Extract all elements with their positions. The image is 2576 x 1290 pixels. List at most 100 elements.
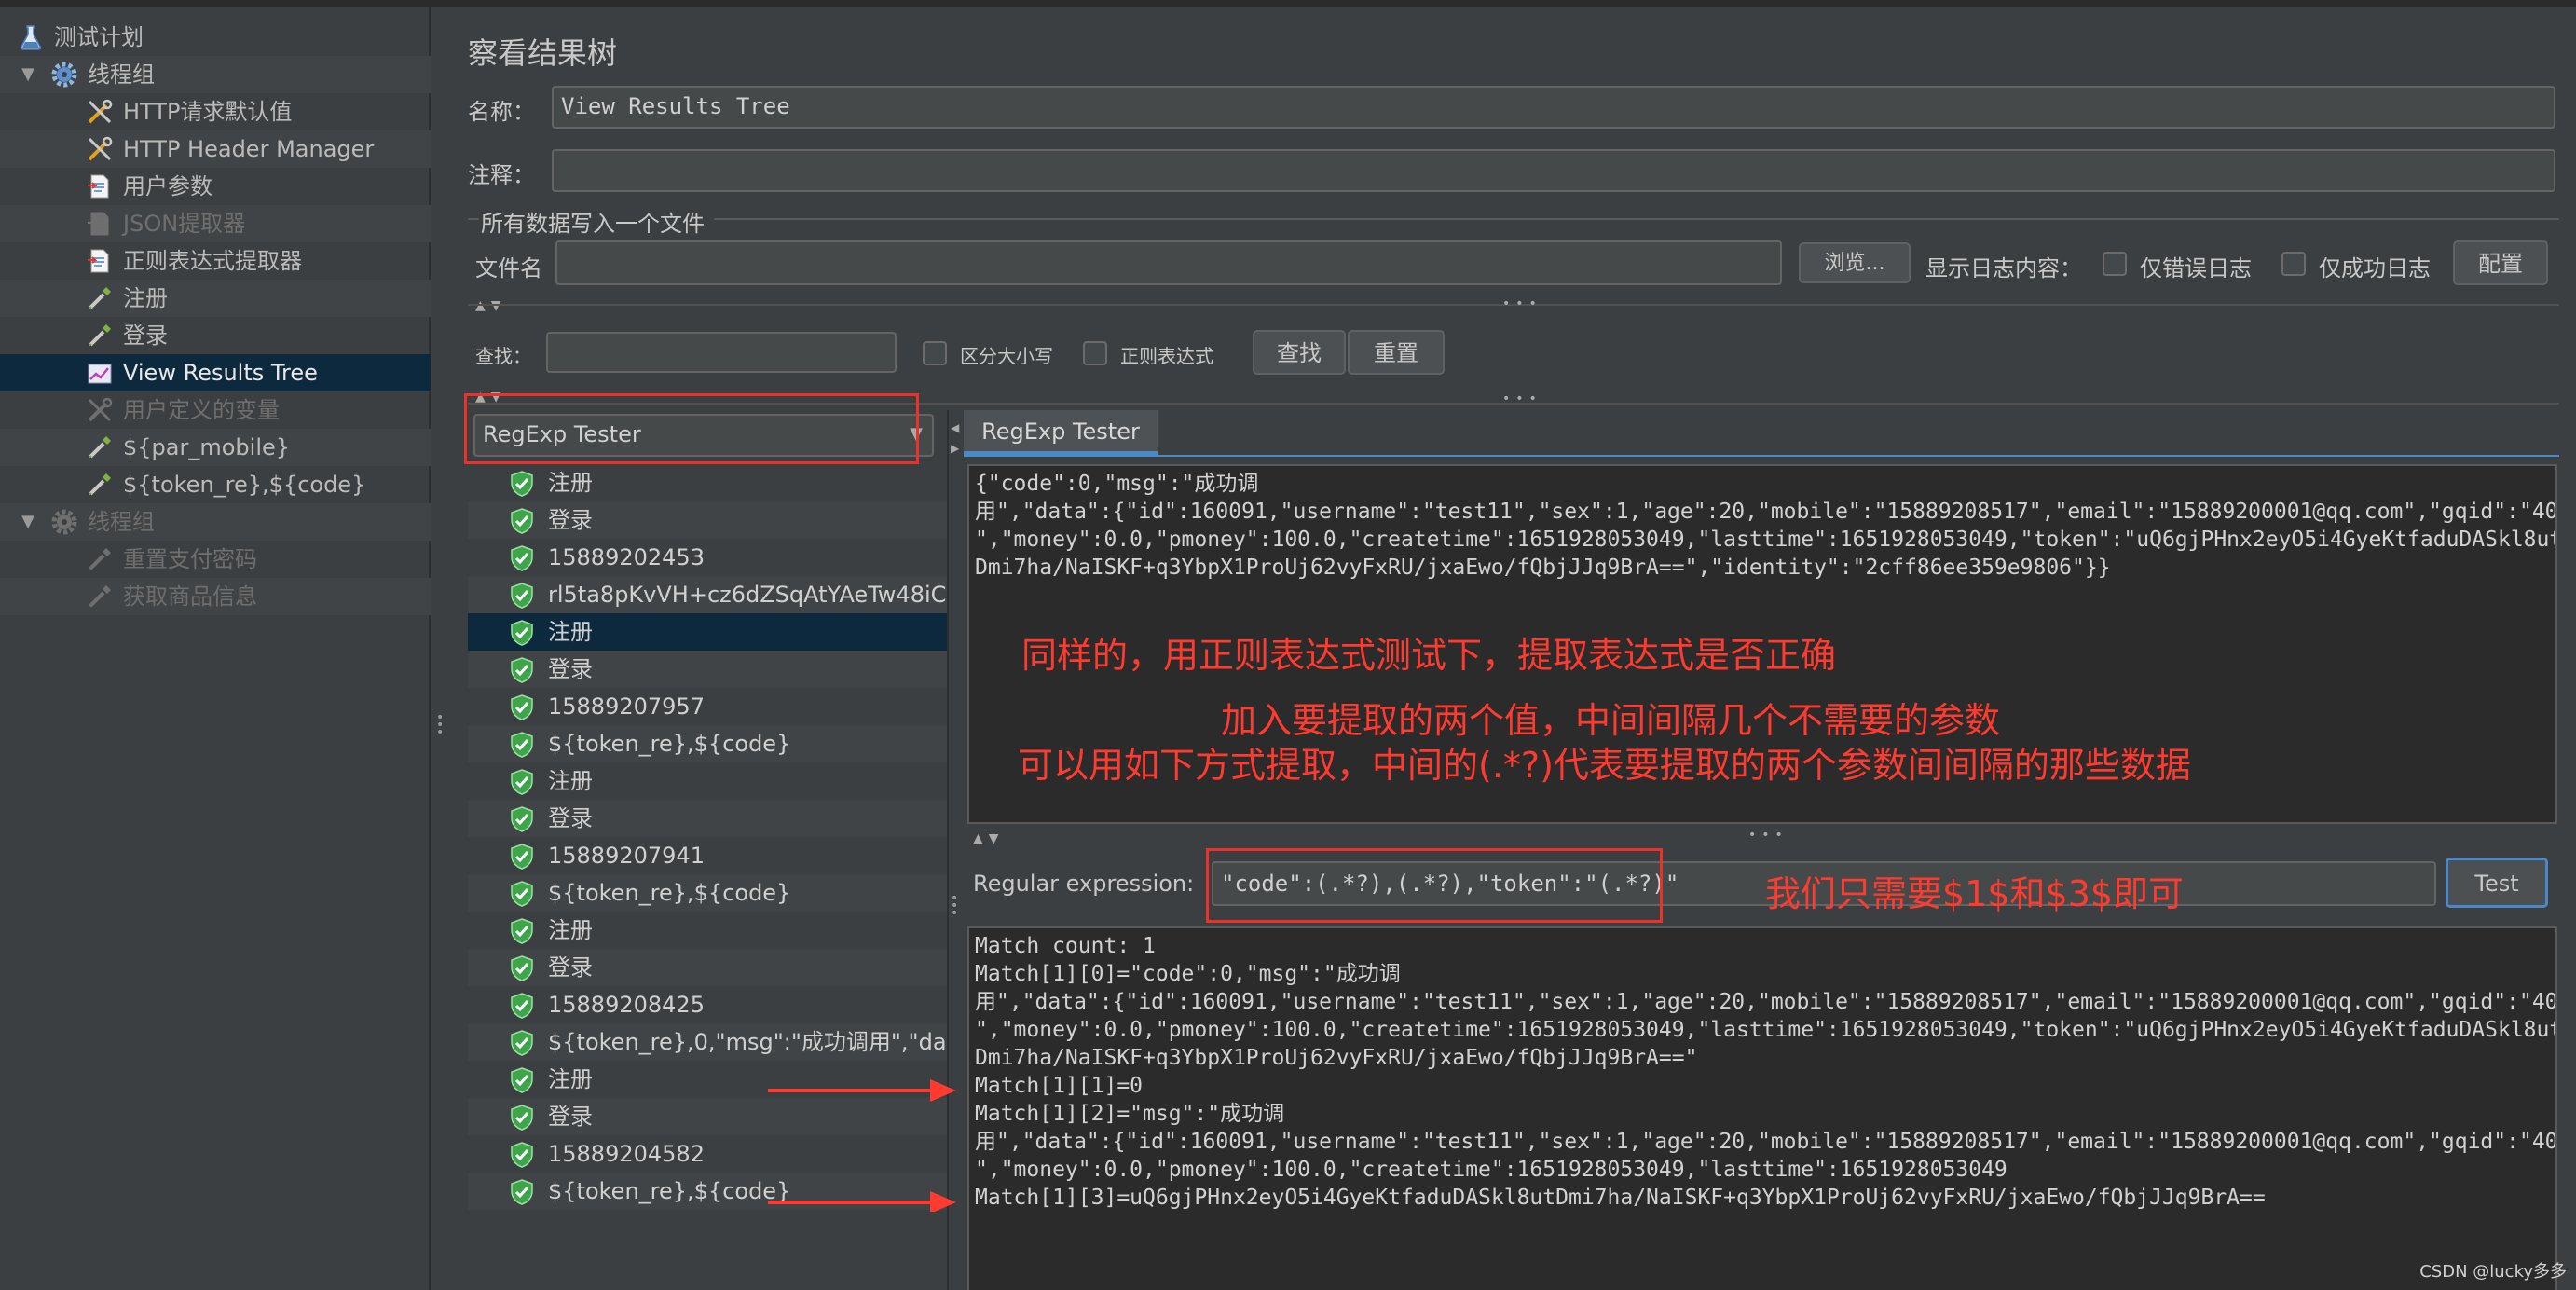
match-result-textarea[interactable]: Match count: 1 Match[1][0]="code":0,"msg…	[967, 926, 2557, 1290]
result-item[interactable]: 登录	[468, 800, 947, 837]
result-item[interactable]: 15889202453	[468, 539, 947, 576]
result-item-label: 登录	[548, 954, 593, 981]
browse-button[interactable]: 浏览...	[1799, 242, 1911, 283]
test-plan-tree[interactable]: 测试计划 ▼ 线程组 HTTP请求默认值 HTTP Header Manager 用户参数…	[0, 7, 431, 1290]
splitter-handle[interactable]: •••	[1502, 296, 1542, 311]
tab-regexp-tester[interactable]: RegExp Tester	[964, 410, 1158, 455]
success-shield-icon	[509, 620, 535, 646]
tree-item[interactable]: View Results Tree	[0, 354, 431, 391]
result-item-label: ${token_re},${code}	[548, 731, 791, 757]
result-item[interactable]: 15889208425	[468, 986, 947, 1023]
annotation-text: 可以用如下方式提取，中间的(.*?)代表要提取的两个参数间间隔的那些数据	[1018, 745, 2191, 786]
tree-item[interactable]: ${par_mobile}	[0, 429, 431, 466]
result-item[interactable]: ${token_re},${code}	[468, 874, 947, 912]
result-item-label: 15889204582	[548, 1141, 705, 1167]
tree-item[interactable]: 测试计划	[0, 19, 431, 56]
collapse-arrows[interactable]: ▲▼	[973, 831, 1005, 846]
success-shield-icon	[509, 918, 535, 944]
tree-item-label: 正则表达式提取器	[123, 248, 302, 274]
filename-label: 文件名	[475, 255, 542, 281]
expand-toggle-icon[interactable]: ▼	[19, 503, 37, 541]
wrench-icon	[86, 135, 114, 163]
tree-item[interactable]: 登录	[0, 317, 431, 354]
tree-item[interactable]: 注册	[0, 280, 431, 317]
test-button[interactable]: Test	[2446, 858, 2548, 908]
result-item[interactable]: 登录	[468, 501, 947, 539]
tree-item-label: 用户定义的变量	[123, 397, 280, 423]
tree-item-label: ${par_mobile}	[123, 434, 291, 460]
result-item-label: ${token_re},0,"msg":"成功调用","dat	[548, 1029, 947, 1055]
tree-item[interactable]: 用户参数	[0, 168, 431, 205]
document-icon	[86, 210, 114, 238]
config-button[interactable]: 配置	[2453, 240, 2548, 285]
search-input[interactable]	[546, 332, 897, 373]
gear-icon	[50, 61, 78, 89]
annotation-arrows	[768, 1079, 956, 1212]
tree-item[interactable]: HTTP Header Manager	[0, 130, 431, 168]
tree-item[interactable]: HTTP请求默认值	[0, 93, 431, 130]
tree-item[interactable]: 获取商品信息	[0, 578, 431, 615]
find-button[interactable]: 查找	[1253, 330, 1346, 375]
wrench-icon	[86, 98, 114, 126]
result-item[interactable]: ${token_re},0,"msg":"成功调用","dat	[468, 1023, 947, 1061]
comment-label: 注释：	[468, 162, 535, 188]
result-item[interactable]: rl5ta8pKvVH+cz6dZSqAtYAeTw48iC	[468, 576, 947, 613]
tree-item-label: HTTP Header Manager	[123, 136, 375, 162]
result-item-label: 注册	[548, 1066, 593, 1092]
errors-only-checkbox[interactable]	[2103, 252, 2127, 276]
flask-icon	[17, 23, 45, 51]
case-sensitive-checkbox[interactable]	[923, 341, 947, 365]
filename-field[interactable]	[555, 240, 1782, 285]
tree-item[interactable]: 重置支付密码	[0, 541, 431, 578]
success-only-checkbox[interactable]	[2281, 252, 2306, 276]
tree-item-label: 线程组	[88, 509, 155, 535]
result-item[interactable]: 15889207941	[468, 837, 947, 874]
name-field[interactable]: View Results Tree	[552, 86, 2555, 129]
pipette-icon	[86, 583, 114, 611]
tree-item[interactable]: 用户定义的变量	[0, 391, 431, 429]
success-shield-icon	[509, 732, 535, 758]
comment-field[interactable]	[552, 149, 2555, 192]
pipette-icon	[86, 471, 114, 499]
splitter-handle[interactable]: •••	[1748, 828, 1788, 843]
result-item[interactable]: 注册	[468, 464, 947, 501]
expand-toggle-icon[interactable]: ▼	[19, 56, 37, 93]
case-sensitive-label: 区分大小写	[960, 345, 1053, 367]
gear-icon	[50, 508, 78, 536]
success-shield-icon	[509, 508, 535, 534]
success-shield-icon	[509, 583, 535, 609]
result-item[interactable]: 注册	[468, 912, 947, 949]
pipette-icon	[86, 545, 114, 573]
tree-item-label: 重置支付密码	[123, 546, 257, 572]
result-item[interactable]: 15889207957	[468, 688, 947, 725]
regex-label: 正则表达式	[1120, 345, 1213, 367]
result-item-label: ${token_re},${code}	[548, 1178, 791, 1204]
result-item[interactable]: 注册	[468, 613, 947, 651]
pipette-icon	[86, 322, 114, 350]
split-pane-divider[interactable]: • • •	[431, 7, 449, 1290]
result-item-label: 注册	[548, 619, 593, 645]
result-item[interactable]: 登录	[468, 949, 947, 986]
success-shield-icon	[509, 806, 535, 832]
tab-underline	[964, 455, 2559, 457]
result-item[interactable]: ${token_re},${code}	[468, 725, 947, 762]
tree-item[interactable]: ▼ 线程组	[0, 56, 431, 93]
result-item[interactable]: 注册	[468, 762, 947, 800]
collapse-arrows[interactable]: ▲▼	[475, 298, 507, 313]
tree-item[interactable]: JSON提取器	[0, 205, 431, 242]
search-label: 查找：	[475, 345, 531, 367]
group-border	[714, 218, 2559, 220]
success-shield-icon	[509, 471, 535, 497]
splitter-handle[interactable]: •••	[1502, 391, 1542, 406]
reset-button[interactable]: 重置	[1348, 330, 1445, 375]
tree-item-label: JSON提取器	[123, 211, 246, 237]
result-item-label: 15889202453	[548, 544, 705, 570]
result-item[interactable]: 登录	[468, 651, 947, 688]
tree-item[interactable]: ${token_re},${code}	[0, 466, 431, 503]
annotation-arrow	[768, 1191, 956, 1212]
regex-checkbox[interactable]	[1083, 341, 1107, 365]
tree-item[interactable]: 正则表达式提取器	[0, 242, 431, 280]
annotation-highlight-box	[464, 393, 919, 464]
success-shield-icon	[509, 993, 535, 1019]
tree-item[interactable]: ▼ 线程组	[0, 503, 431, 541]
